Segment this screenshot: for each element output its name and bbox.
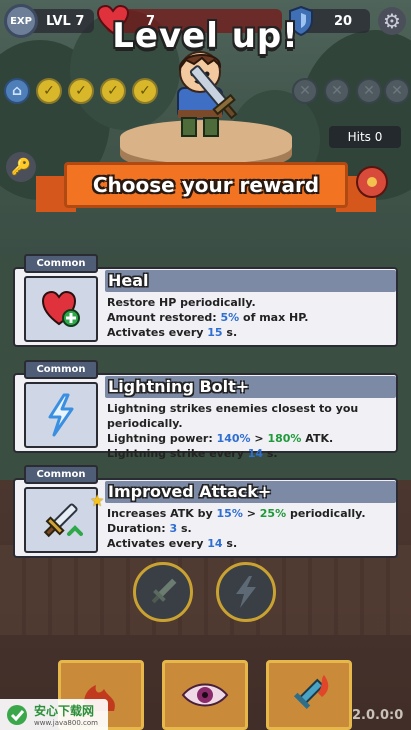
skill-slot-sword	[133, 562, 193, 622]
choose-reward-banner: Choose your reward	[36, 162, 376, 218]
stage-locked-icon: ✕	[292, 78, 318, 104]
desc-line: Amount restored: 5% of max HP.	[107, 311, 309, 324]
reward-description: Increases ATK by 15% > 25% periodically.…	[107, 506, 397, 551]
stage-complete-icon: ✓	[68, 78, 94, 104]
stage-complete-icon: ✓	[100, 78, 126, 104]
skill-slot-lightning	[216, 562, 276, 622]
site-watermark: 安心下载网 www.java800.com	[0, 699, 108, 730]
watermark-title: 安心下载网	[34, 704, 95, 718]
lightning-icon	[236, 576, 256, 608]
rarity-badge: Common	[24, 360, 98, 379]
stage-locked-icon: ✕	[356, 78, 382, 104]
reward-card-lightning-bolt[interactable]: Common Lightning Bolt+ Lightning strikes…	[13, 360, 398, 460]
desc-line: Lightning power: 140% > 180% ATK.	[107, 432, 334, 445]
reward-card-heal[interactable]: Common Heal Restore HP periodically. Amo…	[13, 254, 398, 347]
reward-icon-frame	[24, 382, 98, 448]
rarity-badge: Common	[24, 465, 98, 484]
watermark-url: www.java800.com	[34, 719, 98, 727]
eye-icon	[181, 683, 229, 707]
desc-line: Activates every 14 s.	[107, 537, 238, 550]
hits-counter: Hits 0	[329, 126, 401, 148]
reward-icon-frame: ★	[24, 487, 104, 553]
rarity-badge: Common	[24, 254, 98, 273]
reward-title: Heal	[105, 270, 396, 292]
flame-sword-icon	[293, 675, 329, 710]
sword-up-icon	[43, 503, 83, 538]
star-icon: ★	[90, 491, 105, 510]
version-label: 2.0.0:0	[352, 708, 404, 723]
desc-line: Lightning strike every 14 s.	[107, 447, 278, 460]
reward-icon-frame	[24, 276, 98, 342]
ribbon-label: Choose your reward	[64, 162, 348, 208]
desc-line: Lightning strikes enemies closest to you…	[107, 402, 359, 430]
desc-line: Increases ATK by 15% > 25% periodically.	[107, 507, 366, 520]
lightning-bolt-icon	[48, 393, 74, 437]
desc-line: Duration: 3 s.	[107, 522, 192, 535]
watermark-logo-icon	[7, 704, 27, 725]
stage-complete-icon: ✓	[36, 78, 62, 104]
reward-card-improved-attack[interactable]: Common ★ Improved Attack+ Increases ATK …	[13, 465, 398, 558]
heart-plus-icon	[41, 290, 80, 327]
reward-description: Lightning strikes enemies closest to you…	[107, 401, 397, 461]
desc-line: Restore HP periodically.	[107, 296, 256, 309]
sword-icon	[151, 578, 177, 604]
flower-decoration-icon	[356, 166, 388, 198]
bottom-slot-eye	[162, 660, 248, 730]
desc-line: Activates every 15 s.	[107, 326, 238, 339]
key-icon[interactable]: 🔑	[6, 152, 36, 182]
stage-current-icon: ⌂	[4, 78, 30, 104]
reward-title: Lightning Bolt+	[105, 376, 396, 398]
level-up-title: Level up!	[112, 16, 299, 56]
stage-locked-icon: ✕	[384, 78, 410, 104]
bottom-slot-flame-sword	[266, 660, 352, 730]
reward-description: Restore HP periodically. Amount restored…	[107, 295, 397, 340]
reward-title: Improved Attack+	[105, 481, 396, 503]
stage-locked-icon: ✕	[324, 78, 350, 104]
hero-character-icon	[177, 51, 238, 137]
